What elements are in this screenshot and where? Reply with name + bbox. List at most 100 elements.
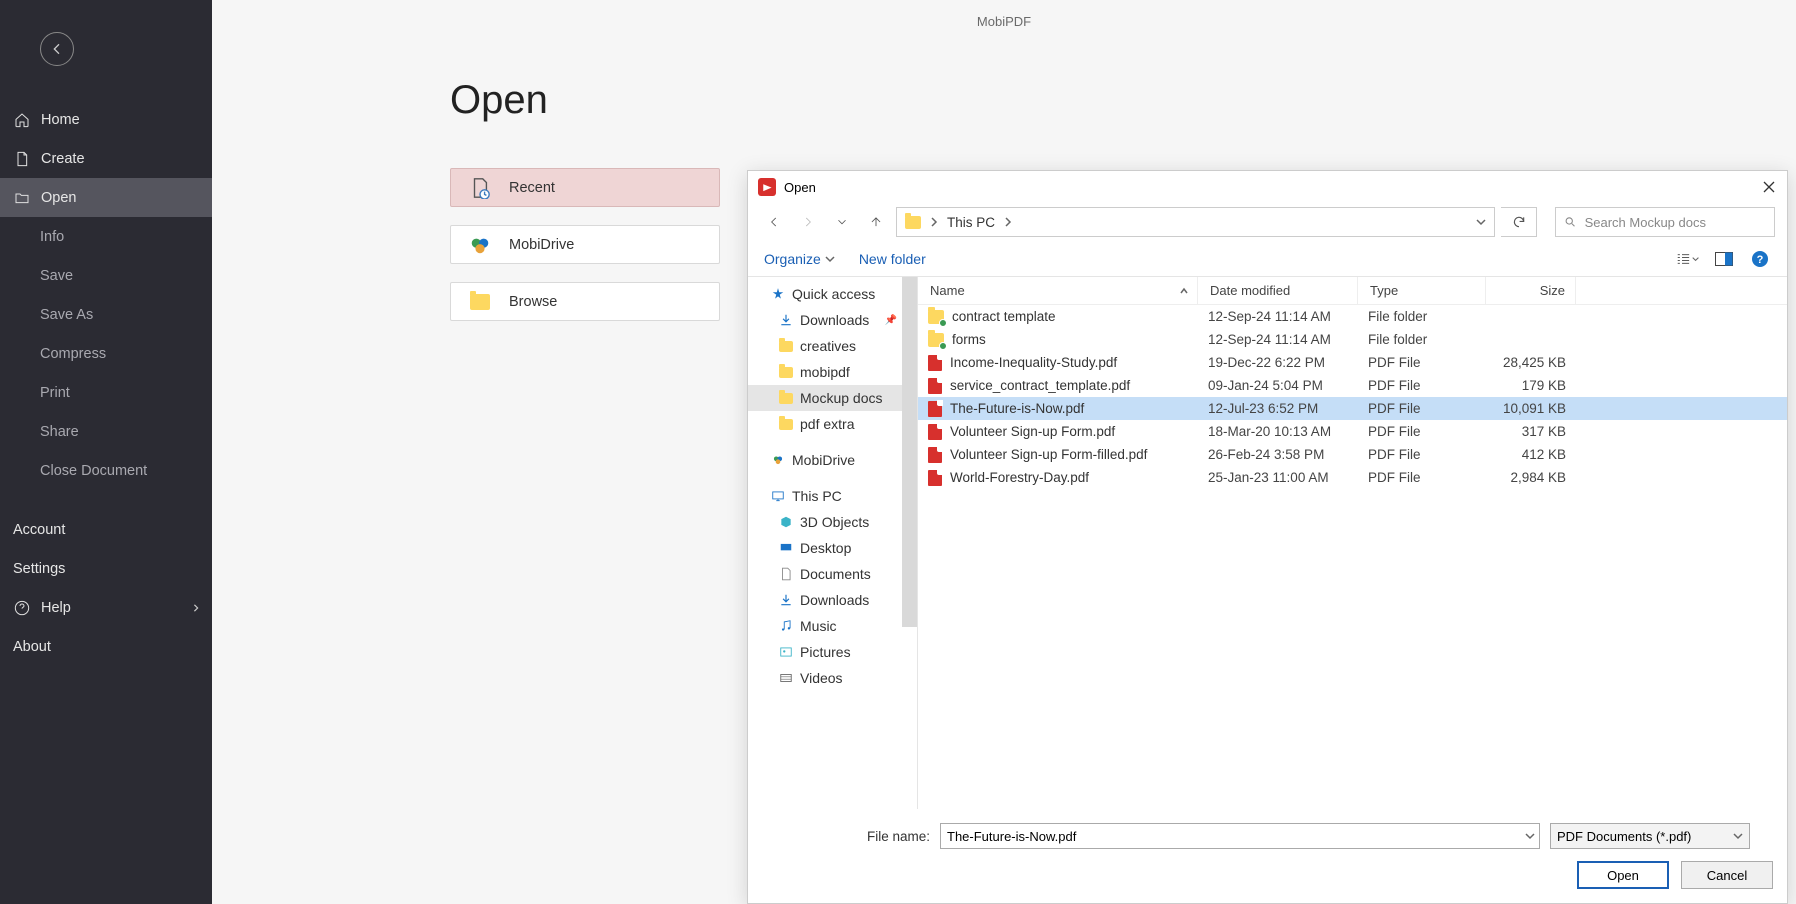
pics-icon [778, 644, 794, 660]
tree-item-music[interactable]: Music [748, 613, 917, 639]
file-row[interactable]: service_contract_template.pdf09-Jan-24 5… [918, 374, 1787, 397]
sidebar-item-open[interactable]: Open [0, 178, 212, 217]
sidebar-item-home[interactable]: Home [0, 100, 212, 139]
file-row[interactable]: Volunteer Sign-up Form.pdf 18-Mar-20 10:1… [918, 420, 1787, 443]
file-name: contract template [952, 309, 1056, 324]
source-browse[interactable]: Browse [450, 282, 720, 321]
file-size: 2,984 KB [1486, 466, 1576, 489]
file-type: PDF File [1358, 443, 1486, 466]
search-input[interactable] [1585, 215, 1766, 230]
sidebar-item-label: Help [41, 600, 71, 616]
app-title: MobiPDF [977, 14, 1031, 29]
source-mobidrive[interactable]: MobiDrive [450, 225, 720, 264]
sidebar-item-share[interactable]: Share [0, 412, 212, 451]
tree-item-label: mobipdf [800, 364, 850, 380]
tree-item-downloads[interactable]: Downloads [748, 587, 917, 613]
sidebar-item-info[interactable]: Info [0, 217, 212, 256]
tree-item-mobidrive[interactable]: MobiDrive [748, 447, 917, 473]
tree-item-documents[interactable]: Documents [748, 561, 917, 587]
chevron-right-icon [192, 604, 200, 612]
sidebar-item-create[interactable]: Create [0, 139, 212, 178]
file-list: Name Date modified Type Size contract te… [918, 277, 1787, 809]
header-date[interactable]: Date modified [1198, 277, 1358, 304]
tree-item-label: Videos [800, 670, 843, 686]
filename-combobox[interactable] [940, 823, 1540, 849]
search-box[interactable] [1555, 207, 1775, 237]
sidebar-item-label: Open [41, 190, 76, 206]
file-name: Volunteer Sign-up Form.pdf [950, 424, 1115, 439]
header-size[interactable]: Size [1486, 277, 1576, 304]
view-mode-button[interactable] [1677, 248, 1699, 270]
tree-item-pictures[interactable]: Pictures [748, 639, 917, 665]
tree-item-creatives[interactable]: creatives [748, 333, 917, 359]
sidebar-item-help[interactable]: Help [0, 588, 212, 627]
sidebar-item-account[interactable]: Account [0, 510, 212, 549]
chevron-down-icon[interactable] [1476, 217, 1486, 227]
file-row[interactable]: forms12-Sep-24 11:14 AMFile folder [918, 328, 1787, 351]
arrow-left-icon [49, 41, 65, 57]
preview-pane-button[interactable] [1713, 248, 1735, 270]
tree-item-3d-objects[interactable]: 3D Objects [748, 509, 917, 535]
tree-item-pdf-extra[interactable]: pdf extra [748, 411, 917, 437]
tree-item-this-pc[interactable]: This PC [748, 483, 917, 509]
filename-input[interactable] [947, 829, 1533, 844]
pc-icon [770, 488, 786, 504]
refresh-button[interactable] [1501, 207, 1537, 237]
nav-back-button[interactable] [760, 208, 788, 236]
dl-icon [778, 592, 794, 608]
sidebar-item-save[interactable]: Save [0, 256, 212, 295]
file-date: 18-Mar-20 10:13 AM [1198, 420, 1358, 443]
file-date: 12-Jul-23 6:52 PM [1198, 397, 1358, 420]
new-folder-button[interactable]: New folder [859, 251, 926, 267]
source-label: Browse [509, 294, 557, 310]
file-name: The-Future-is-Now.pdf [950, 401, 1084, 416]
cancel-button[interactable]: Cancel [1681, 861, 1773, 889]
filename-label: File name: [748, 829, 930, 844]
breadcrumb-bar[interactable]: This PC [896, 207, 1495, 237]
sidebar-item-label: Account [13, 522, 65, 538]
folder-icon [469, 291, 491, 313]
tree-item-mockup-docs[interactable]: Mockup docs [748, 385, 917, 411]
sidebar-item-label: Settings [13, 561, 65, 577]
scrollbar[interactable] [902, 277, 917, 627]
folder-tree: Quick accessDownloads📌creatives mobipdf Mo… [748, 277, 918, 809]
tree-item-desktop[interactable]: Desktop [748, 535, 917, 561]
sidebar-item-compress[interactable]: Compress [0, 334, 212, 373]
svg-text:?: ? [1757, 254, 1764, 266]
sidebar-item-about[interactable]: About [0, 627, 212, 666]
open-button[interactable]: Open [1577, 861, 1669, 889]
sidebar-item-settings[interactable]: Settings [0, 549, 212, 588]
nav-history-dropdown[interactable] [828, 208, 856, 236]
sidebar-item-save-as[interactable]: Save As [0, 295, 212, 334]
tree-item-downloads[interactable]: Downloads📌 [748, 307, 917, 333]
back-button[interactable] [40, 32, 74, 66]
sidebar-item-label: About [13, 639, 51, 655]
dialog-footer: File name: PDF Documents (*.pdf) Open Ca… [748, 809, 1787, 903]
chevron-down-icon[interactable] [1525, 831, 1535, 841]
file-date: 12-Sep-24 11:14 AM [1198, 328, 1358, 351]
sidebar-item-close-document[interactable]: Close Document [0, 451, 212, 490]
file-row[interactable]: Income-Inequality-Study.pdf19-Dec-22 6:2… [918, 351, 1787, 374]
help-button[interactable]: ? [1749, 248, 1771, 270]
folder-icon [928, 310, 944, 324]
source-recent[interactable]: Recent [450, 168, 720, 207]
nav-up-button[interactable] [862, 208, 890, 236]
file-row[interactable]: contract template12-Sep-24 11:14 AMFile … [918, 305, 1787, 328]
file-row[interactable]: The-Future-is-Now.pdf12-Jul-23 6:52 PMPD… [918, 397, 1787, 420]
tree-item-quick-access[interactable]: Quick access [748, 281, 917, 307]
open-file-dialog: Open This PC [747, 170, 1788, 904]
organize-menu[interactable]: Organize [764, 251, 835, 267]
header-type[interactable]: Type [1358, 277, 1486, 304]
file-row[interactable]: World-Forestry-Day.pdf25-Jan-23 11:00 AM… [918, 466, 1787, 489]
file-name: Income-Inequality-Study.pdf [950, 355, 1117, 370]
tree-item-videos[interactable]: Videos [748, 665, 917, 691]
sidebar-item-print[interactable]: Print [0, 373, 212, 412]
breadcrumb-segment[interactable]: This PC [947, 215, 995, 230]
header-name[interactable]: Name [918, 277, 1198, 304]
nav-forward-button[interactable] [794, 208, 822, 236]
file-row[interactable]: Volunteer Sign-up Form-filled.pdf26-Feb-… [918, 443, 1787, 466]
close-button[interactable] [1757, 175, 1781, 199]
tree-item-label: Downloads [800, 592, 869, 608]
tree-item-mobipdf[interactable]: mobipdf [748, 359, 917, 385]
filetype-dropdown[interactable]: PDF Documents (*.pdf) [1550, 823, 1750, 849]
